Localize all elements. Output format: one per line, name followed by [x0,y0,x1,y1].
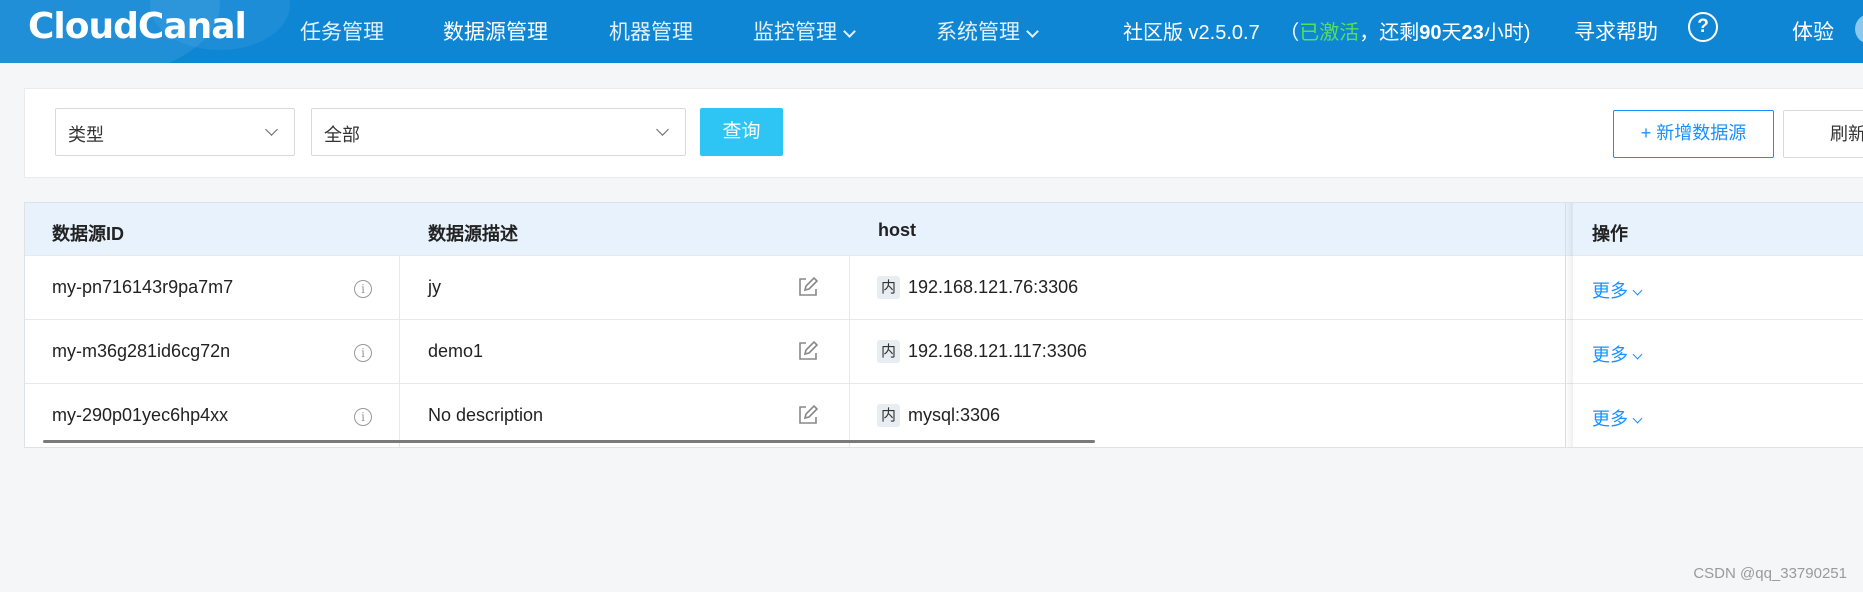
remaining-days: 90 [1419,22,1442,44]
info-icon[interactable]: i [354,280,372,298]
nav-item-monitor-management[interactable]: 监控管理 [753,16,856,46]
table-header: 数据源ID 数据源描述 host 操作 [25,203,1863,255]
chevron-down-icon [1632,413,1643,424]
trial-link[interactable]: 体验 [1792,16,1834,46]
add-datasource-button[interactable]: + 新增数据源 [1613,110,1774,158]
nav-item-label: 监控管理 [753,21,837,44]
host-address: 192.168.121.76:3306 [908,277,1079,297]
column-header-description[interactable]: 数据源描述 [428,220,518,246]
datasource-description: demo1 [428,341,484,361]
fixed-column-shadow [1565,203,1573,447]
fixed-column-divider [1565,203,1566,447]
value-select[interactable]: 全部 [311,108,686,156]
more-actions-dropdown[interactable]: 更多 [1592,341,1643,367]
host-address: 192.168.121.117:3306 [908,341,1087,361]
chevron-down-icon [1026,25,1039,38]
remaining-prefix: ，还剩 [1359,22,1420,44]
nav-item-label: 任务管理 [300,21,384,44]
column-header-host[interactable]: host [878,220,916,241]
table-row: my-290p01yec6hp4xx i No description 内 my… [25,383,1863,447]
nav-item-label: 数据源管理 [443,21,548,44]
network-type-badge: 内 [877,276,900,299]
top-navigation-bar: CloudCanal 任务管理 数据源管理 机器管理 监控管理 系统管理 社区版… [0,0,1863,63]
refresh-button[interactable]: 刷新 [1783,110,1863,158]
datasource-description: jy [428,277,441,297]
type-select[interactable]: 类型 [55,108,295,156]
table-row: my-pn716143r9pa7m7 i jy 内 192.168.121.76… [25,255,1863,319]
horizontal-scrollbar[interactable] [43,440,1095,443]
more-actions-dropdown[interactable]: 更多 [1592,405,1643,431]
network-type-badge: 内 [877,404,900,427]
column-header-id[interactable]: 数据源ID [52,220,124,246]
nav-item-task-management[interactable]: 任务管理 [300,16,384,46]
edit-icon[interactable] [797,340,819,362]
chevron-down-icon [1632,349,1643,360]
nav-item-label: 机器管理 [609,21,693,44]
info-icon[interactable]: i [354,408,372,426]
more-actions-dropdown[interactable]: 更多 [1592,277,1643,303]
app-logo[interactable]: CloudCanal [28,6,247,47]
filter-panel: 类型 全部 查询 + 新增数据源 刷新 [24,88,1863,178]
more-actions-label: 更多 [1592,345,1628,365]
edit-icon[interactable] [797,276,819,298]
chevron-down-icon [656,123,669,136]
type-select-value: 类型 [68,125,104,145]
datasource-id[interactable]: my-290p01yec6hp4xx [52,405,228,426]
days-unit: 天 [1441,22,1462,44]
nav-item-datasource-management[interactable]: 数据源管理 [443,16,548,46]
chevron-down-icon [1632,285,1643,296]
help-link[interactable]: 寻求帮助 [1574,16,1658,46]
network-type-badge: 内 [877,340,900,363]
value-select-value: 全部 [324,125,360,145]
nav-item-system-management[interactable]: 系统管理 [936,16,1039,46]
more-actions-label: 更多 [1592,281,1628,301]
question-icon[interactable]: ? [1688,12,1718,42]
nav-item-machine-management[interactable]: 机器管理 [609,16,693,46]
info-icon[interactable]: i [354,344,372,362]
column-header-actions: 操作 [1592,224,1628,244]
edit-icon[interactable] [797,404,819,426]
datasource-table: 数据源ID 数据源描述 host 操作 my-pn716143r9pa7m7 i… [24,202,1863,448]
datasource-id[interactable]: my-pn716143r9pa7m7 [52,277,233,298]
watermark: CSDN @qq_33790251 [1693,565,1847,582]
license-status: 社区版 v2.5.0.7 （已激活，还剩90天23小时) [1123,16,1530,45]
more-actions-label: 更多 [1592,409,1628,429]
chevron-down-icon [843,25,856,38]
activated-label: 已激活 [1299,22,1360,44]
hours-unit: 小时) [1483,22,1531,44]
nav-item-label: 系统管理 [936,21,1020,44]
datasource-description: No description [428,405,544,425]
paren-open: （ [1279,22,1300,44]
datasource-id[interactable]: my-m36g281id6cg72n [52,341,230,362]
table-row: my-m36g281id6cg72n i demo1 内 192.168.121… [25,319,1863,383]
host-address: mysql:3306 [908,405,1001,425]
edition-label: 社区版 v2.5.0.7 [1123,22,1260,44]
remaining-hours: 23 [1461,22,1484,44]
chevron-down-icon [265,123,278,136]
query-button[interactable]: 查询 [700,108,783,156]
avatar[interactable] [1855,14,1863,44]
